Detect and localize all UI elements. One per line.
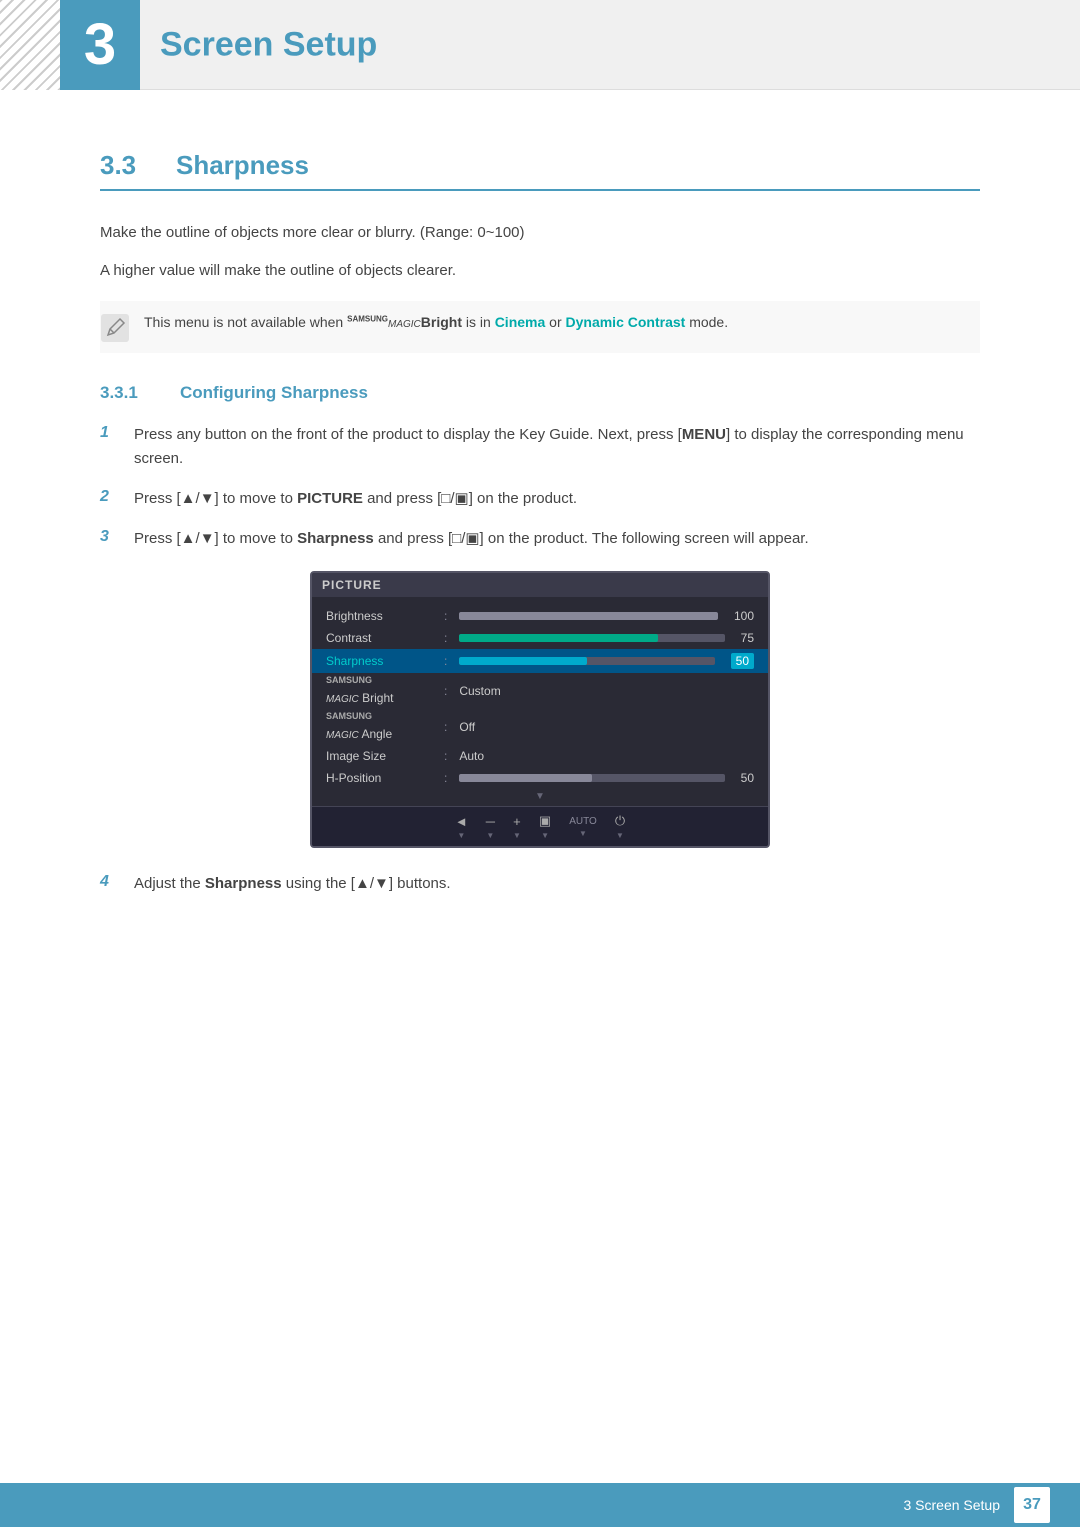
brightness-value: 100 (734, 609, 754, 623)
step-2-text: Press [▲/▼] to move to PICTURE and press… (134, 487, 577, 511)
monitor-row-magic-bright: SAMSUNG MAGIC Bright : Custom (312, 673, 768, 709)
monitor-row-brightness: Brightness : 100 (312, 605, 768, 627)
chapter-title: Screen Setup (160, 25, 377, 64)
brightness-fill (459, 612, 718, 620)
monitor-row-hposition: H-Position : 50 (312, 767, 768, 789)
icon-auto: AUTO ▼ (569, 816, 597, 838)
hposition-value: 50 (741, 771, 754, 785)
note-icon (100, 313, 130, 343)
contrast-bar (459, 634, 724, 642)
monitor-icon-row: ◄ ▼ ─ ▼ + ▼ ▣ ▼ AUTO ▼ (312, 806, 768, 846)
sharpness-fill (459, 657, 587, 665)
step-1: 1 Press any button on the front of the p… (100, 423, 980, 471)
footer-text: 3 Screen Setup (903, 1497, 1000, 1513)
monitor-header-label: PICTURE (312, 573, 768, 597)
magic-angle-value: Off (459, 720, 475, 734)
image-size-value: Auto (459, 749, 484, 763)
step-2: 2 Press [▲/▼] to move to PICTURE and pre… (100, 487, 980, 511)
sharpness-value: 50 (731, 653, 754, 669)
icon-power: ⏻ ▼ (615, 813, 625, 840)
section-number: 3.3 (100, 150, 160, 181)
step-4-text: Adjust the Sharpness using the [▲/▼] but… (134, 872, 451, 896)
body-paragraph-1: Make the outline of objects more clear o… (100, 221, 980, 245)
contrast-fill (459, 634, 658, 642)
monitor-screenshot: PICTURE Brightness : 100 Contrast : 75 (310, 571, 770, 848)
chapter-number: 3 (84, 16, 116, 74)
step-2-number: 2 (100, 488, 120, 506)
chapter-number-block: 3 (60, 0, 140, 90)
icon-enter: ▣ ▼ (539, 813, 551, 840)
subsection-heading: 3.3.1 Configuring Sharpness (100, 383, 980, 403)
monitor-row-contrast: Contrast : 75 (312, 627, 768, 649)
step-4-number: 4 (100, 873, 120, 891)
footer-page-number: 37 (1014, 1487, 1050, 1523)
hposition-bar (459, 774, 724, 782)
monitor-row-sharpness: Sharpness : 50 (312, 649, 768, 673)
magic-bright-label: SAMSUNG MAGIC Bright (326, 677, 436, 705)
chapter-header: 3 Screen Setup (0, 0, 1080, 90)
note-dynamic-contrast: Dynamic Contrast (566, 314, 686, 330)
subsection-number: 3.3.1 (100, 383, 170, 403)
step-3-text: Press [▲/▼] to move to Sharpness and pre… (134, 527, 809, 551)
note-box: This menu is not available when SAMSUNGM… (100, 301, 980, 353)
section-title: Sharpness (176, 150, 309, 181)
sharpness-label: Sharpness (326, 654, 436, 668)
image-size-label: Image Size (326, 749, 436, 763)
step-1-text: Press any button on the front of the pro… (134, 423, 980, 471)
step-3: 3 Press [▲/▼] to move to Sharpness and p… (100, 527, 980, 551)
icon-plus: + ▼ (513, 814, 521, 840)
step-3-number: 3 (100, 528, 120, 546)
hposition-fill (459, 774, 592, 782)
contrast-label: Contrast (326, 631, 436, 645)
sharpness-bar (459, 657, 714, 665)
brightness-label: Brightness (326, 609, 436, 623)
page-footer: 3 Screen Setup 37 (0, 1483, 1080, 1527)
brightness-bar (459, 612, 718, 620)
section-heading: 3.3 Sharpness (100, 150, 980, 191)
main-content: 3.3 Sharpness Make the outline of object… (0, 130, 1080, 972)
more-indicator: ▼ (312, 789, 768, 806)
magic-angle-label: SAMSUNG MAGIC Angle (326, 713, 436, 741)
note-cinema: Cinema (495, 314, 546, 330)
monitor-row-image-size: Image Size : Auto (312, 745, 768, 767)
icon-left: ◄ ▼ (455, 814, 468, 840)
step-4: 4 Adjust the Sharpness using the [▲/▼] b… (100, 872, 980, 896)
steps-list: 1 Press any button on the front of the p… (100, 423, 980, 551)
note-text: This menu is not available when SAMSUNGM… (144, 311, 728, 333)
icon-minus: ─ ▼ (486, 814, 495, 840)
body-paragraph-2: A higher value will make the outline of … (100, 259, 980, 283)
monitor-body: Brightness : 100 Contrast : 75 Sharpness… (312, 597, 768, 846)
step-1-number: 1 (100, 424, 120, 442)
subsection-title: Configuring Sharpness (180, 383, 368, 403)
hposition-label: H-Position (326, 771, 436, 785)
monitor-row-magic-angle: SAMSUNG MAGIC Angle : Off (312, 709, 768, 745)
contrast-value: 75 (741, 631, 754, 645)
magic-bright-value: Custom (459, 684, 500, 698)
